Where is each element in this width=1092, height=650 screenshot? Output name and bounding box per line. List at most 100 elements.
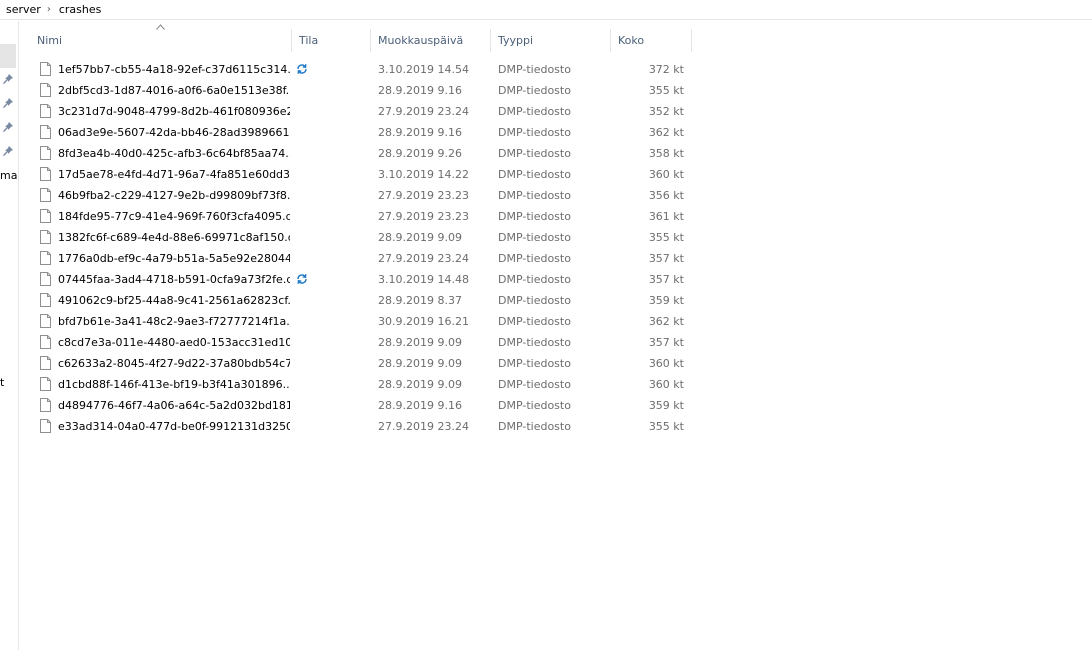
nav-item-selected[interactable] xyxy=(0,44,16,68)
file-name[interactable]: 06ad3e9e-5607-42da-bb46-28ad39896614.... xyxy=(58,122,290,143)
file-icon xyxy=(40,230,51,244)
file-modified-date: 28.9.2019 9.16 xyxy=(378,399,462,412)
file-name[interactable]: e33ad314-04a0-477d-be0f-9912131d3250.... xyxy=(58,416,290,437)
file-size: 356 kt xyxy=(648,189,684,202)
file-modified-date: 28.9.2019 9.26 xyxy=(378,147,462,160)
file-size: 362 kt xyxy=(648,315,684,328)
file-icon xyxy=(40,356,51,370)
file-icon xyxy=(40,167,51,181)
file-row[interactable]: 07445faa-3ad4-4718-b591-0cfa9a73f2fe.d..… xyxy=(30,269,692,290)
file-row[interactable]: bfd7b61e-3a41-48c2-9ae3-f72777214f1a....… xyxy=(30,311,692,332)
pin-icon[interactable] xyxy=(3,74,15,86)
file-name[interactable]: 184fde95-77c9-41e4-969f-760f3cfa4095.d..… xyxy=(58,206,290,227)
file-name[interactable]: 1ef57bb7-cb55-4a18-92ef-c37d6115c314.... xyxy=(58,59,290,80)
file-row[interactable]: d1cbd88f-146f-413e-bf19-b3f41a301896....… xyxy=(30,374,692,395)
pin-icon[interactable] xyxy=(3,122,15,134)
file-name[interactable]: 3c231d7d-9048-4799-8d2b-461f080936e2.... xyxy=(58,101,290,122)
file-name[interactable]: 1776a0db-ef9c-4a79-b51a-5a5e92e28044.... xyxy=(58,248,290,269)
file-name[interactable]: c62633a2-8045-4f27-9d22-37a80bdb54c7.... xyxy=(58,353,290,374)
file-size: 360 kt xyxy=(648,168,684,181)
file-modified-date: 3.10.2019 14.48 xyxy=(378,273,469,286)
file-row[interactable]: 46b9fba2-c229-4127-9e2b-d99809bf73f8....… xyxy=(30,185,692,206)
file-modified-date: 30.9.2019 16.21 xyxy=(378,315,469,328)
breadcrumb-item-crashes[interactable]: crashes xyxy=(53,3,106,16)
file-name[interactable]: bfd7b61e-3a41-48c2-9ae3-f72777214f1a.... xyxy=(58,311,290,332)
file-type: DMP-tiedosto xyxy=(498,84,571,97)
file-icon xyxy=(40,419,51,433)
file-name[interactable]: c8cd7e3a-011e-4480-aed0-153acc31ed10.... xyxy=(58,332,290,353)
file-icon xyxy=(40,377,51,391)
file-name[interactable]: 2dbf5cd3-1d87-4016-a0f6-6a0e1513e38f.... xyxy=(58,80,290,101)
file-name[interactable]: 46b9fba2-c229-4127-9e2b-d99809bf73f8.... xyxy=(58,185,290,206)
file-size: 357 kt xyxy=(648,273,684,286)
breadcrumb-item-server[interactable]: server xyxy=(0,3,45,16)
file-name[interactable]: 17d5ae78-e4fd-4d71-96a7-4fa851e60dd3.... xyxy=(58,164,290,185)
file-size: 355 kt xyxy=(648,231,684,244)
file-size: 362 kt xyxy=(648,126,684,139)
file-row[interactable]: 8fd3ea4b-40d0-425c-afb3-6c64bf85aa74....… xyxy=(30,143,692,164)
column-header-name[interactable]: Nimi xyxy=(30,29,292,52)
column-header-size[interactable]: Koko xyxy=(611,29,692,52)
file-icon xyxy=(40,398,51,412)
file-row[interactable]: 184fde95-77c9-41e4-969f-760f3cfa4095.d..… xyxy=(30,206,692,227)
file-size: 352 kt xyxy=(648,105,684,118)
file-type: DMP-tiedosto xyxy=(498,378,571,391)
file-name[interactable]: 07445faa-3ad4-4718-b591-0cfa9a73f2fe.d..… xyxy=(58,269,290,290)
file-row[interactable]: c62633a2-8045-4f27-9d22-37a80bdb54c7....… xyxy=(30,353,692,374)
file-modified-date: 27.9.2019 23.24 xyxy=(378,420,469,433)
file-modified-date: 27.9.2019 23.24 xyxy=(378,105,469,118)
file-type: DMP-tiedosto xyxy=(498,294,571,307)
file-modified-date: 27.9.2019 23.24 xyxy=(378,252,469,265)
file-modified-date: 28.9.2019 9.16 xyxy=(378,126,462,139)
file-type: DMP-tiedosto xyxy=(498,420,571,433)
file-modified-date: 3.10.2019 14.22 xyxy=(378,168,469,181)
nav-item-truncated[interactable]: t xyxy=(0,376,4,389)
file-icon xyxy=(40,335,51,349)
file-icon xyxy=(40,125,51,139)
file-icon xyxy=(40,188,51,202)
file-icon xyxy=(40,83,51,97)
file-row[interactable]: 3c231d7d-9048-4799-8d2b-461f080936e2....… xyxy=(30,101,692,122)
column-header-type[interactable]: Tyyppi xyxy=(491,29,611,52)
file-size: 372 kt xyxy=(648,63,684,76)
column-header-modified[interactable]: Muokkauspäivä xyxy=(371,29,491,52)
file-row[interactable]: 1776a0db-ef9c-4a79-b51a-5a5e92e28044....… xyxy=(30,248,692,269)
file-name[interactable]: d4894776-46f7-4a06-a64c-5a2d032bd181.... xyxy=(58,395,290,416)
file-row[interactable]: 1382fc6f-c689-4e4d-88e6-69971c8af150.d..… xyxy=(30,227,692,248)
file-icon xyxy=(40,251,51,265)
file-modified-date: 28.9.2019 8.37 xyxy=(378,294,462,307)
file-icon xyxy=(40,272,51,286)
nav-item-truncated[interactable]: ma xyxy=(0,169,17,182)
file-row[interactable]: c8cd7e3a-011e-4480-aed0-153acc31ed10....… xyxy=(30,332,692,353)
file-type: DMP-tiedosto xyxy=(498,252,571,265)
file-type: DMP-tiedosto xyxy=(498,357,571,370)
pin-icon[interactable] xyxy=(3,98,15,110)
file-modified-date: 27.9.2019 23.23 xyxy=(378,189,469,202)
file-icon xyxy=(40,146,51,160)
file-type: DMP-tiedosto xyxy=(498,126,571,139)
file-row[interactable]: d4894776-46f7-4a06-a64c-5a2d032bd181....… xyxy=(30,395,692,416)
file-size: 355 kt xyxy=(648,84,684,97)
sync-pending-icon xyxy=(296,59,312,80)
file-type: DMP-tiedosto xyxy=(498,273,571,286)
file-name[interactable]: d1cbd88f-146f-413e-bf19-b3f41a301896.... xyxy=(58,374,290,395)
pin-icon[interactable] xyxy=(3,146,15,158)
file-row[interactable]: 2dbf5cd3-1d87-4016-a0f6-6a0e1513e38f....… xyxy=(30,80,692,101)
navigation-pane: ma t xyxy=(0,21,19,650)
file-icon xyxy=(40,209,51,223)
file-row[interactable]: 1ef57bb7-cb55-4a18-92ef-c37d6115c314....… xyxy=(30,59,692,80)
file-icon xyxy=(40,314,51,328)
file-row[interactable]: 06ad3e9e-5607-42da-bb46-28ad39896614....… xyxy=(30,122,692,143)
file-row[interactable]: 17d5ae78-e4fd-4d71-96a7-4fa851e60dd3....… xyxy=(30,164,692,185)
file-name[interactable]: 1382fc6f-c689-4e4d-88e6-69971c8af150.d..… xyxy=(58,227,290,248)
breadcrumb-separator-icon[interactable]: › xyxy=(45,4,53,15)
file-row[interactable]: 491062c9-bf25-44a8-9c41-2561a62823cf....… xyxy=(30,290,692,311)
column-header-status[interactable]: Tila xyxy=(292,29,371,52)
file-name[interactable]: 8fd3ea4b-40d0-425c-afb3-6c64bf85aa74.... xyxy=(58,143,290,164)
file-name[interactable]: 491062c9-bf25-44a8-9c41-2561a62823cf.... xyxy=(58,290,290,311)
file-size: 360 kt xyxy=(648,378,684,391)
file-modified-date: 28.9.2019 9.09 xyxy=(378,378,462,391)
file-type: DMP-tiedosto xyxy=(498,210,571,223)
file-row[interactable]: e33ad314-04a0-477d-be0f-9912131d3250....… xyxy=(30,416,692,437)
file-size: 357 kt xyxy=(648,252,684,265)
